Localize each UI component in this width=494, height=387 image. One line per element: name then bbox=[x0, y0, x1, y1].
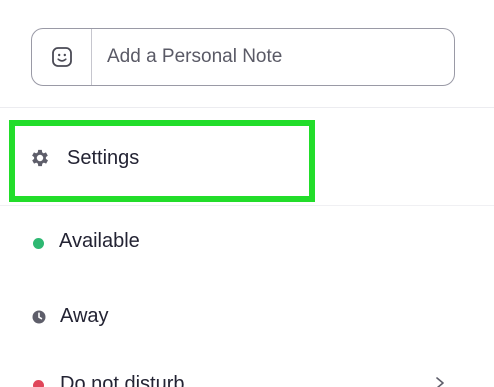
smiley-icon bbox=[51, 47, 72, 67]
available-status-dot bbox=[33, 238, 44, 249]
menu-item-settings[interactable]: Settings bbox=[0, 120, 494, 202]
emoji-button[interactable] bbox=[32, 29, 92, 85]
do-not-disturb-status-dot bbox=[33, 380, 44, 387]
clock-icon bbox=[32, 310, 46, 324]
away-label: Away bbox=[60, 305, 109, 327]
personal-note-input[interactable] bbox=[107, 29, 444, 85]
personal-note-field[interactable] bbox=[31, 28, 455, 86]
available-label: Available bbox=[59, 230, 140, 252]
status-menu: Settings Available Away Do not disturb bbox=[0, 0, 494, 387]
menu-item-do-not-disturb[interactable]: Do not disturb bbox=[0, 360, 494, 387]
gear-icon bbox=[32, 149, 48, 167]
menu-item-away[interactable]: Away bbox=[0, 282, 494, 357]
personal-note-section bbox=[0, 0, 494, 108]
settings-label: Settings bbox=[67, 147, 140, 169]
do-not-disturb-label: Do not disturb bbox=[60, 373, 185, 387]
menu-item-available[interactable]: Available bbox=[0, 205, 494, 280]
chevron-right-icon bbox=[436, 377, 444, 387]
